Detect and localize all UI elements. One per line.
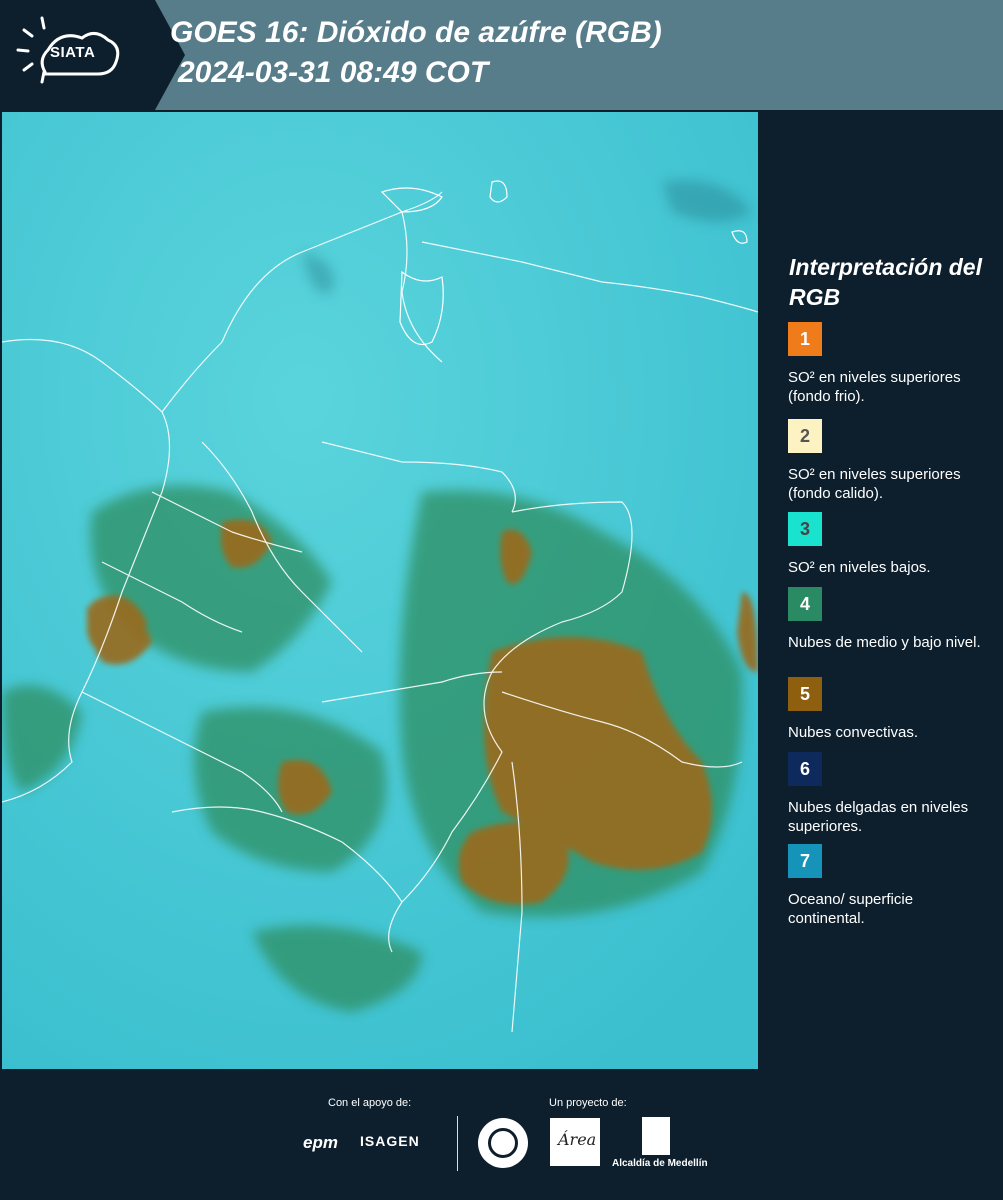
legend-swatch-5: 5: [788, 677, 822, 711]
siata-logo[interactable]: SIATA: [0, 0, 185, 110]
legend-item-5: 5 Nubes convectivas.: [788, 677, 988, 742]
legend-label-6: Nubes delgadas en niveles superiores.: [788, 799, 969, 835]
legend-item-3: 3 SO² en niveles bajos.: [788, 512, 988, 577]
rgb-composite-image: [2, 112, 758, 1069]
legend-swatch-7: 7: [788, 844, 822, 878]
isagen-logo[interactable]: ISAGEN: [360, 1133, 420, 1149]
legend-item-2: 2 SO² en niveles superiores (fondo calid…: [788, 419, 988, 503]
project-label: Un proyecto de:: [549, 1097, 627, 1109]
legend-item-6: 6 Nubes delgadas en niveles superiores.: [788, 752, 988, 836]
legend-panel: Interpretación del RGB 1 SO² en niveles …: [760, 112, 1003, 1069]
legend-label-1: SO² en niveles superiores (fondo frio).: [788, 369, 961, 405]
support-label: Con el apoyo de:: [328, 1097, 412, 1109]
legend-swatch-3: 3: [788, 512, 822, 546]
area-logo-text: Área: [558, 1130, 597, 1149]
legend-label-7: Oceano/ superficie continental.: [788, 891, 914, 927]
legend-item-7: 7 Oceano/ superficie continental.: [788, 844, 988, 928]
legend-item-1: 1 SO² en niveles superiores (fondo frio)…: [788, 322, 988, 406]
legend-swatch-1: 1: [788, 322, 822, 356]
alcaldia-shield-icon[interactable]: [642, 1117, 670, 1155]
satellite-map[interactable]: [2, 112, 758, 1069]
medellin-seal-icon[interactable]: [478, 1118, 528, 1168]
legend-item-4: 4 Nubes de medio y bajo nivel.: [788, 587, 988, 652]
legend-label-4: Nubes de medio y bajo nivel.: [788, 634, 981, 651]
timestamp: 2024-03-31 08:49 COT: [178, 56, 489, 89]
header-bar: SIATA GOES 16: Dióxido de azúfre (RGB) 2…: [0, 0, 1003, 110]
legend-swatch-6: 6: [788, 752, 822, 786]
legend-label-5: Nubes convectivas.: [788, 724, 919, 741]
legend-label-2: SO² en niveles superiores (fondo calido)…: [788, 466, 961, 502]
alcaldia-text: Alcaldía de Medellín: [612, 1158, 708, 1169]
area-metropolitana-logo[interactable]: Área: [550, 1118, 600, 1166]
footer: Con el apoyo de: Un proyecto de: epm ISA…: [0, 1070, 1003, 1200]
page-title: GOES 16: Dióxido de azúfre (RGB): [170, 16, 662, 49]
footer-divider: [457, 1116, 458, 1171]
legend-swatch-2: 2: [788, 419, 822, 453]
logo-text: SIATA: [50, 44, 96, 61]
epm-logo[interactable]: epm: [303, 1133, 338, 1153]
legend-swatch-4: 4: [788, 587, 822, 621]
legend-label-3: SO² en niveles bajos.: [788, 559, 931, 576]
legend-title: Interpretación del RGB: [789, 254, 982, 310]
